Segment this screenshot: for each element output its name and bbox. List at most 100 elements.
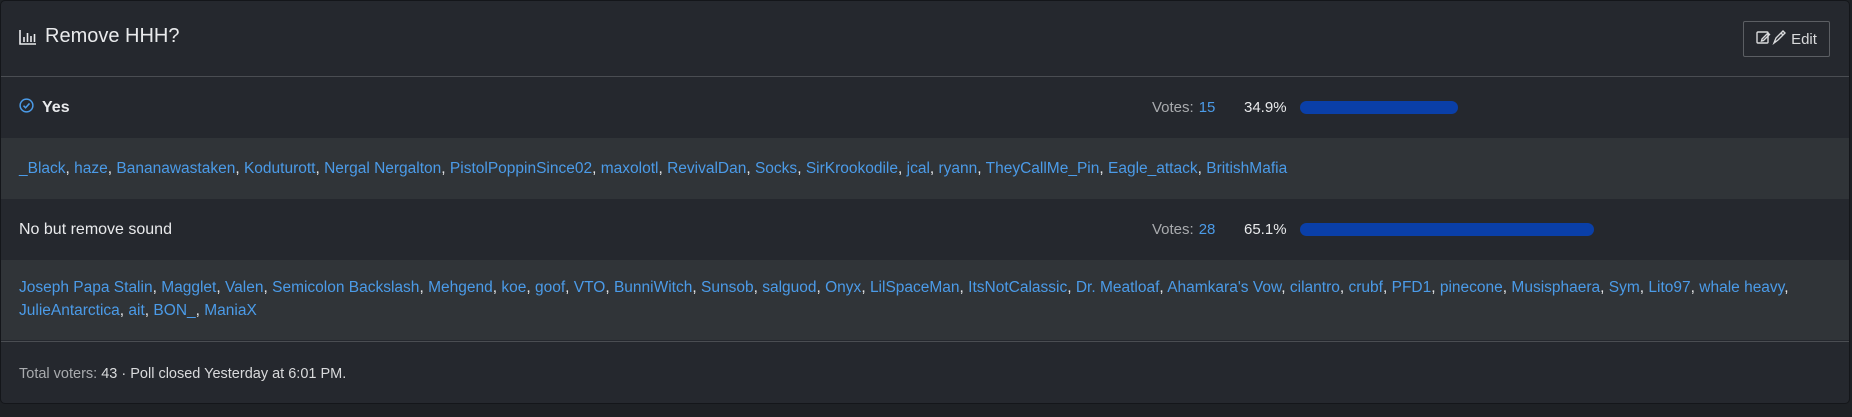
voter-separator: , xyxy=(753,279,763,296)
voter-link[interactable]: ItsNotCalassic xyxy=(968,279,1067,296)
voter-link[interactable]: ryann xyxy=(939,160,978,177)
voter-separator: , xyxy=(592,160,601,177)
option-label: No but remove sound xyxy=(19,220,172,238)
voter-link[interactable]: maxolotl xyxy=(601,160,659,177)
edit-button[interactable]: Edit xyxy=(1743,21,1830,57)
voter-separator: , xyxy=(1690,279,1700,296)
voter-link[interactable]: crubf xyxy=(1349,279,1383,296)
votes-label: Votes: xyxy=(1152,221,1194,238)
voter-link[interactable]: Semicolon Backslash xyxy=(272,279,419,296)
voter-separator: , xyxy=(1067,279,1076,296)
voter-link[interactable]: Mehgend xyxy=(428,279,493,296)
voter-link[interactable]: koe xyxy=(501,279,526,296)
edit-icon xyxy=(1756,29,1787,49)
voter-link[interactable]: ait xyxy=(128,302,144,319)
voter-separator: , xyxy=(315,160,325,177)
voter-link[interactable]: goof xyxy=(535,279,565,296)
voter-separator: , xyxy=(216,279,225,296)
option-label: Yes xyxy=(42,98,70,116)
voter-link[interactable]: _Black xyxy=(19,160,66,177)
voter-link[interactable]: Dr. Meatloaf xyxy=(1076,279,1160,296)
voter-separator: , xyxy=(565,279,574,296)
voters-list: _Black, haze, Bananawastaken, Koduturott… xyxy=(1,157,1305,180)
voter-separator: , xyxy=(746,160,755,177)
voter-link[interactable]: TheyCallMe_Pin xyxy=(986,160,1100,177)
voter-separator: , xyxy=(419,279,429,296)
voter-separator: , xyxy=(1382,279,1392,296)
voter-separator: , xyxy=(1784,279,1789,296)
voter-link[interactable]: Koduturott xyxy=(244,160,316,177)
voter-link[interactable]: PFD1 xyxy=(1392,279,1432,296)
voter-link[interactable]: Sym xyxy=(1609,279,1640,296)
option-label-wrap: No but remove sound xyxy=(19,199,172,260)
option-progress-bar xyxy=(1300,223,1594,236)
poll-status: · Poll closed Yesterday at 6:01 PM. xyxy=(121,365,347,382)
option-progress-bar xyxy=(1300,101,1458,114)
voter-link[interactable]: Nergal Nergalton xyxy=(324,160,441,177)
check-circle-icon xyxy=(19,97,34,118)
voter-separator: , xyxy=(1099,160,1108,177)
voter-link[interactable]: jcal xyxy=(907,160,930,177)
voter-link[interactable]: Joseph Papa Stalin xyxy=(19,279,153,296)
voter-separator: , xyxy=(1431,279,1440,296)
voter-link[interactable]: JulieAntarctica xyxy=(19,302,120,319)
poll-option-no-but-remove-sound: No but remove sound Votes: 28 65.1% xyxy=(1,199,1849,260)
voter-link[interactable]: cilantro xyxy=(1290,279,1340,296)
voter-separator: , xyxy=(1600,279,1609,296)
voter-link[interactable]: Socks xyxy=(755,160,797,177)
voter-link[interactable]: VTO xyxy=(574,279,606,296)
voter-separator: , xyxy=(263,279,273,296)
voters-list: Joseph Papa Stalin, Magglet, Valen, Semi… xyxy=(1,276,1849,322)
voter-link[interactable]: pinecone xyxy=(1440,279,1503,296)
poll-title-wrap: Remove HHH? xyxy=(19,25,179,48)
voter-separator: , xyxy=(977,160,986,177)
voter-link[interactable]: Magglet xyxy=(161,279,216,296)
voter-separator: , xyxy=(692,279,701,296)
voter-separator: , xyxy=(1339,279,1349,296)
voter-link[interactable]: Sunsob xyxy=(701,279,754,296)
voter-link[interactable]: Valen xyxy=(225,279,264,296)
voter-link[interactable]: Lito97 xyxy=(1648,279,1690,296)
voter-separator: , xyxy=(861,279,870,296)
voter-link[interactable]: whale heavy xyxy=(1699,279,1784,296)
total-voters-label: Total voters: xyxy=(19,365,98,382)
voter-separator: , xyxy=(959,279,969,296)
voter-separator: , xyxy=(441,160,450,177)
voter-link[interactable]: Ahamkara's Vow xyxy=(1167,279,1281,296)
voter-separator: , xyxy=(526,279,535,296)
voter-separator: , xyxy=(929,160,939,177)
voter-separator: , xyxy=(797,160,806,177)
poll-header: Remove HHH? Edit xyxy=(1,1,1849,77)
voter-link[interactable]: Musisphaera xyxy=(1511,279,1600,296)
voter-separator: , xyxy=(816,279,826,296)
voter-separator: , xyxy=(235,160,244,177)
voter-link[interactable]: Bananawastaken xyxy=(116,160,235,177)
voter-link[interactable]: RevivalDan xyxy=(667,160,746,177)
votes-count[interactable]: 15 xyxy=(1199,99,1216,116)
poll-title: Remove HHH? xyxy=(45,25,180,47)
option-percent: 34.9% xyxy=(1244,99,1287,116)
voter-separator: , xyxy=(152,279,162,296)
votes-label: Votes: xyxy=(1152,99,1194,116)
voter-link[interactable]: ManiaX xyxy=(204,302,257,319)
voter-link[interactable]: LilSpaceMan xyxy=(870,279,960,296)
votes-count[interactable]: 28 xyxy=(1199,221,1216,238)
option-voters: _Black, haze, Bananawastaken, Koduturott… xyxy=(1,138,1849,199)
voter-link[interactable]: BunniWitch xyxy=(614,279,692,296)
option-voters: Joseph Papa Stalin, Magglet, Valen, Semi… xyxy=(1,260,1849,340)
voter-link[interactable]: Eagle_attack xyxy=(1108,160,1198,177)
voter-link[interactable]: BritishMafia xyxy=(1206,160,1287,177)
voter-link[interactable]: Onyx xyxy=(825,279,861,296)
total-voters-value: 43 xyxy=(101,365,118,382)
voter-link[interactable]: SirKrookodile xyxy=(806,160,898,177)
voter-link[interactable]: BON_ xyxy=(153,302,195,319)
voter-link[interactable]: PistolPoppinSince02 xyxy=(450,160,592,177)
voter-separator: , xyxy=(605,279,614,296)
voter-link[interactable]: haze xyxy=(74,160,108,177)
voter-separator: , xyxy=(658,160,668,177)
edit-label: Edit xyxy=(1791,30,1817,48)
poll-footer: Total voters: 43 · Poll closed Yesterday… xyxy=(1,341,1849,403)
voter-link[interactable]: salguod xyxy=(762,279,816,296)
poll-panel: Remove HHH? Edit Yes Votes: 15 34.9% _Bl… xyxy=(0,0,1850,404)
voter-separator: , xyxy=(1197,160,1207,177)
